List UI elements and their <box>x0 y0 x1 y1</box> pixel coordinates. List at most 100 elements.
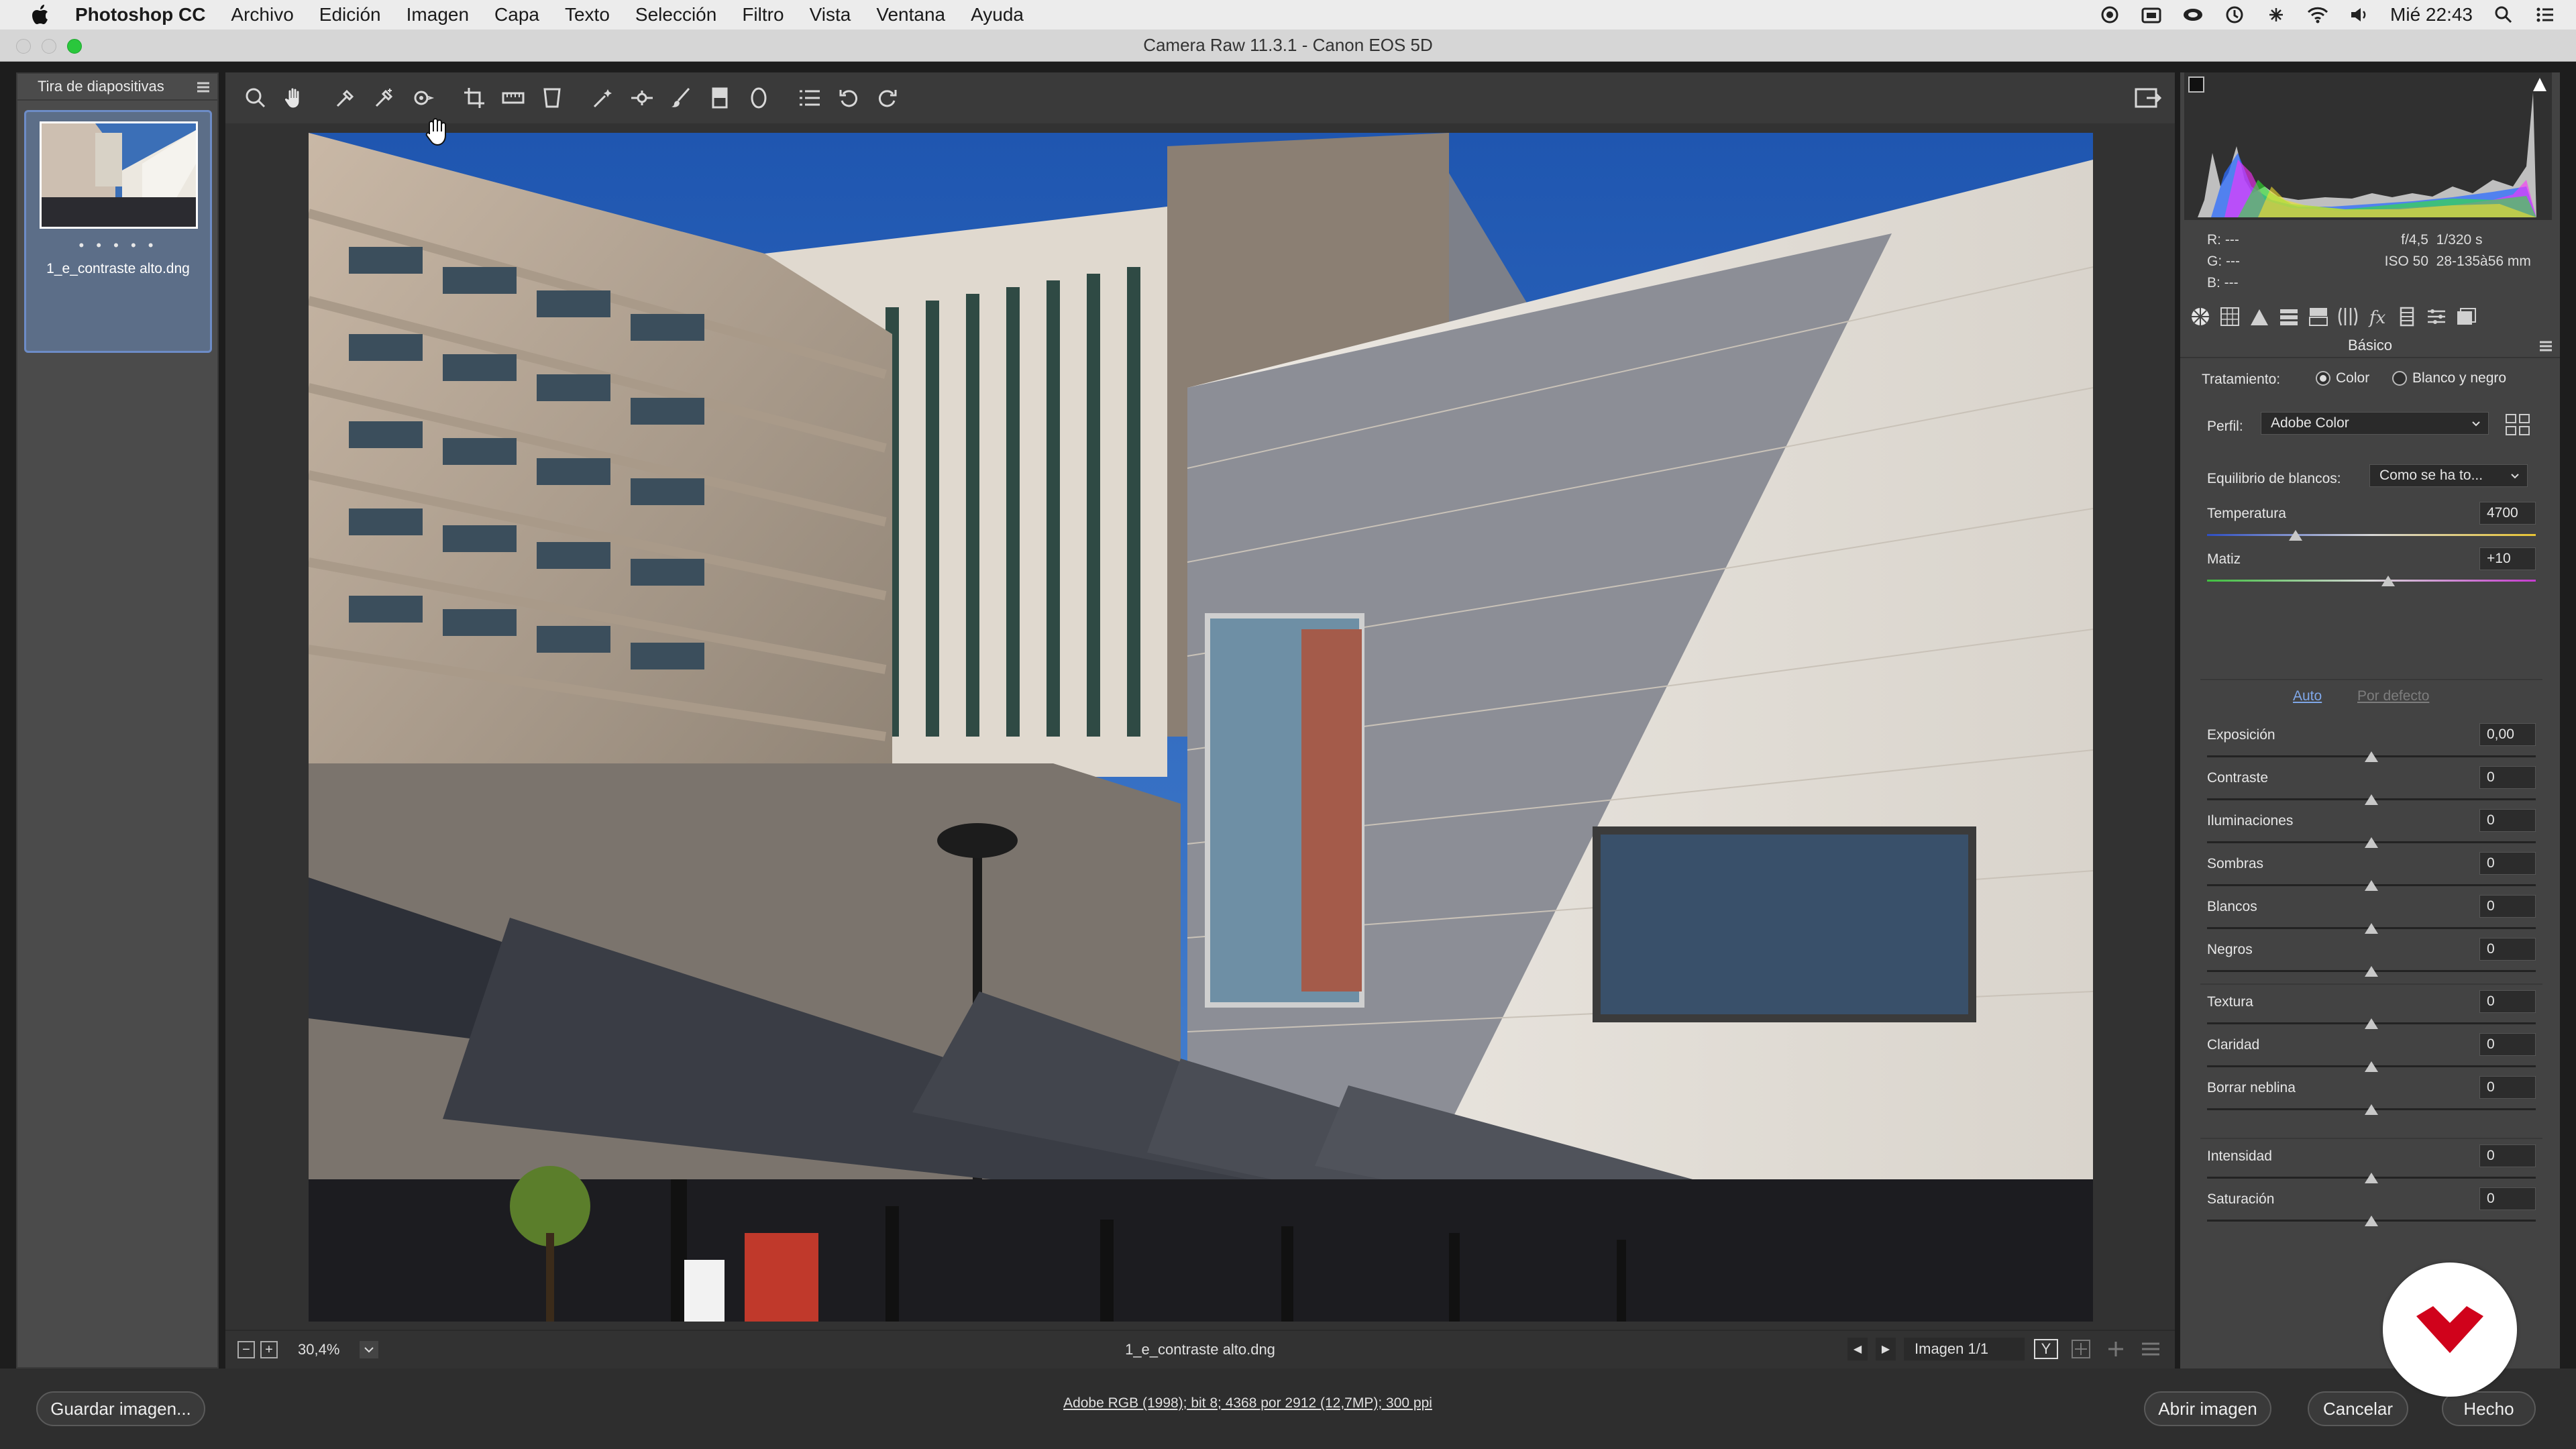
clock[interactable]: Mié 22:43 <box>2390 4 2473 25</box>
cancel-button[interactable]: Cancelar <box>2308 1391 2408 1426</box>
default-link[interactable]: Por defecto <box>2357 688 2429 704</box>
bluetooth-sync-icon[interactable] <box>2265 4 2287 25</box>
menu-vista[interactable]: Vista <box>810 4 851 25</box>
slider-value[interactable]: 0 <box>2479 1076 2536 1099</box>
adjustment-brush-icon[interactable] <box>661 78 700 117</box>
zoom-dropdown-icon[interactable] <box>360 1341 379 1358</box>
wifi-icon[interactable] <box>2307 4 2328 25</box>
radial-filter-icon[interactable] <box>739 78 778 117</box>
volume-icon[interactable] <box>2349 4 2370 25</box>
slider-value[interactable]: 0 <box>2479 895 2536 918</box>
transform-icon[interactable] <box>533 78 572 117</box>
menu-archivo[interactable]: Archivo <box>231 4 293 25</box>
tint-track[interactable] <box>2207 580 2536 582</box>
tint-value[interactable]: +10 <box>2479 547 2536 570</box>
spotlight-search-icon[interactable] <box>2493 4 2514 25</box>
slider-thumb[interactable] <box>2365 1104 2378 1115</box>
slider-value[interactable]: 0 <box>2479 852 2536 875</box>
slider-value[interactable]: 0 <box>2479 1187 2536 1210</box>
color-sampler-icon[interactable] <box>365 78 404 117</box>
swap-settings-icon[interactable] <box>2068 1338 2094 1360</box>
tab-detail-icon[interactable] <box>2246 303 2273 330</box>
open-image-button[interactable]: Abrir imagen <box>2144 1391 2271 1426</box>
creative-cloud-folder-icon[interactable] <box>2141 4 2162 25</box>
workflow-options-link[interactable]: Adobe RGB (1998); bit 8; 4368 por 2912 (… <box>0 1395 2496 1411</box>
next-image-button[interactable]: ▶ <box>1876 1338 1896 1360</box>
slider-value[interactable]: 0,00 <box>2479 723 2536 746</box>
minimize-window-button[interactable] <box>42 39 56 54</box>
previous-image-button[interactable]: ◀ <box>1847 1338 1868 1360</box>
presets-list-icon[interactable] <box>790 78 829 117</box>
tab-tone-curve-icon[interactable] <box>2216 303 2243 330</box>
panel-menu-icon[interactable] <box>2538 339 2553 353</box>
notification-center-icon[interactable] <box>2534 4 2556 25</box>
menu-filtro[interactable]: Filtro <box>742 4 784 25</box>
zoom-out-button[interactable]: − <box>237 1341 255 1358</box>
slider-value[interactable]: 0 <box>2479 1033 2536 1056</box>
temperature-thumb[interactable] <box>2289 530 2303 541</box>
menu-edicion[interactable]: Edición <box>319 4 381 25</box>
white-balance-icon[interactable] <box>326 78 365 117</box>
hand-icon[interactable] <box>275 78 314 117</box>
profile-browser-icon[interactable] <box>2505 413 2532 437</box>
treatment-color-option[interactable]: Color <box>2316 370 2369 386</box>
menu-imagen[interactable]: Imagen <box>407 4 469 25</box>
slider-thumb[interactable] <box>2365 1018 2378 1029</box>
tab-snapshots-icon[interactable] <box>2453 303 2479 330</box>
filmstrip-menu-icon[interactable] <box>196 80 211 94</box>
menu-capa[interactable]: Capa <box>494 4 539 25</box>
time-machine-icon[interactable] <box>2224 4 2245 25</box>
tab-split-toning-icon[interactable] <box>2305 303 2332 330</box>
menu-ventana[interactable]: Ventana <box>876 4 945 25</box>
spot-removal-icon[interactable] <box>584 78 623 117</box>
toggle-settings-icon[interactable] <box>2137 1338 2164 1360</box>
menu-ayuda[interactable]: Ayuda <box>971 4 1024 25</box>
close-window-button[interactable] <box>16 39 31 54</box>
slider-value[interactable]: 0 <box>2479 990 2536 1013</box>
filmstrip-thumbnail[interactable]: • • • • • 1_e_contraste alto.dng <box>24 110 212 353</box>
auto-link[interactable]: Auto <box>2293 688 2322 704</box>
slider-thumb[interactable] <box>2365 751 2378 762</box>
slider-thumb[interactable] <box>2365 1216 2378 1226</box>
red-eye-icon[interactable] <box>623 78 661 117</box>
zoom-window-button[interactable] <box>67 39 82 54</box>
before-after-toggle[interactable]: Y <box>2033 1338 2059 1360</box>
graduated-filter-icon[interactable] <box>700 78 739 117</box>
tab-basic-icon[interactable] <box>2187 303 2214 330</box>
crop-icon[interactable] <box>455 78 494 117</box>
photo-preview[interactable] <box>309 133 2093 1322</box>
fullscreen-toggle-icon[interactable] <box>2132 82 2164 114</box>
treatment-bw-option[interactable]: Blanco y negro <box>2392 370 2506 386</box>
slider-value[interactable]: 0 <box>2479 1144 2536 1167</box>
slider-thumb[interactable] <box>2365 966 2378 977</box>
zoom-in-button[interactable]: + <box>260 1341 278 1358</box>
slider-thumb[interactable] <box>2365 837 2378 848</box>
thumbnail-rating[interactable]: • • • • • <box>26 237 210 254</box>
tab-hsl-icon[interactable] <box>2275 303 2302 330</box>
done-button[interactable]: Hecho <box>2442 1391 2536 1426</box>
menu-app[interactable]: Photoshop CC <box>75 4 205 25</box>
slider-value[interactable]: 0 <box>2479 809 2536 832</box>
slider-thumb[interactable] <box>2365 1061 2378 1072</box>
treatment-color-radio[interactable] <box>2316 371 2330 386</box>
tab-calibration-icon[interactable] <box>2394 303 2420 330</box>
copy-settings-icon[interactable] <box>2102 1338 2129 1360</box>
tint-thumb[interactable] <box>2381 576 2395 586</box>
apple-icon[interactable] <box>25 0 55 30</box>
creative-cloud-icon[interactable] <box>2182 4 2204 25</box>
tab-effects-icon[interactable]: fx <box>2364 303 2391 330</box>
slider-thumb[interactable] <box>2365 794 2378 805</box>
slider-thumb[interactable] <box>2365 880 2378 891</box>
treatment-bw-radio[interactable] <box>2392 371 2407 386</box>
temperature-value[interactable]: 4700 <box>2479 502 2536 525</box>
tab-presets-icon[interactable] <box>2423 303 2450 330</box>
temperature-track[interactable] <box>2207 534 2536 536</box>
tab-lens-icon[interactable] <box>2334 303 2361 330</box>
target-adjust-icon[interactable] <box>404 78 443 117</box>
slider-value[interactable]: 0 <box>2479 766 2536 789</box>
menu-texto[interactable]: Texto <box>565 4 610 25</box>
rotate-right-icon[interactable] <box>868 78 907 117</box>
white-balance-dropdown[interactable]: Como se ha to... <box>2369 464 2528 487</box>
straighten-icon[interactable] <box>494 78 533 117</box>
slider-thumb[interactable] <box>2365 923 2378 934</box>
